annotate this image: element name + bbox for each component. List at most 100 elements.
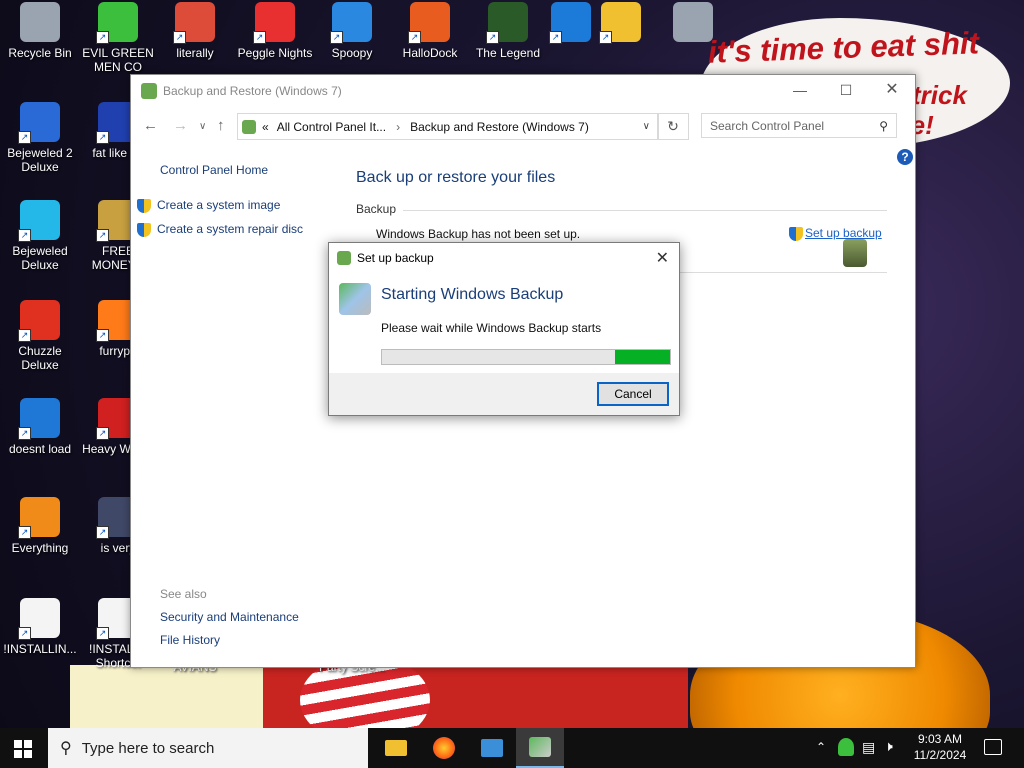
taskbar-clock[interactable]: 9:03 AM 11/2/2024 bbox=[905, 731, 975, 763]
desktop-icon[interactable]: Recycle Bin bbox=[0, 2, 80, 60]
dialog-app-icon bbox=[337, 251, 351, 265]
control-panel-home-link[interactable]: Control Panel Home bbox=[160, 163, 268, 177]
desktop-icon[interactable] bbox=[653, 2, 733, 46]
green-men-icon: ↗ bbox=[96, 2, 138, 44]
desktop-icon[interactable]: ↗ Bejeweled 2 Deluxe bbox=[0, 102, 80, 174]
desktop-icon-label: !INSTALLIN... bbox=[3, 642, 77, 656]
shortcut-arrow-icon: ↗ bbox=[96, 526, 109, 539]
dialog-heading: Starting Windows Backup bbox=[381, 286, 564, 303]
set-up-backup-link[interactable]: Set up backup bbox=[789, 226, 882, 241]
address-overflow[interactable]: « bbox=[262, 120, 269, 134]
backup-character-icon bbox=[843, 239, 867, 267]
taskbar-backup-icon[interactable] bbox=[516, 728, 564, 768]
peggle-icon: ↗ bbox=[253, 2, 295, 44]
back-arrow-icon[interactable]: ← bbox=[143, 117, 158, 134]
address-dropdown-chevron-icon[interactable]: ∨ bbox=[643, 121, 650, 132]
desktop-icon[interactable]: ↗ bbox=[581, 2, 661, 46]
desktop-icon-label: HalloDock bbox=[402, 46, 458, 60]
legend-character-icon: ↗ bbox=[486, 2, 528, 44]
up-arrow-icon[interactable]: ↑ bbox=[217, 117, 225, 134]
create-repair-disc-label: Create a system repair disc bbox=[157, 222, 304, 236]
shortcut-arrow-icon: ↗ bbox=[18, 627, 31, 640]
recycle-bin-icon bbox=[673, 2, 713, 42]
uac-shield-icon bbox=[789, 226, 803, 241]
taskbar-firefox-icon[interactable] bbox=[420, 728, 468, 768]
uac-shield-icon bbox=[137, 222, 151, 237]
shortcut-arrow-icon: ↗ bbox=[96, 229, 109, 242]
shortcut-arrow-icon: ↗ bbox=[549, 31, 562, 44]
close-icon[interactable]: ✕ bbox=[869, 75, 915, 105]
wallpaper-speech-line2: trick bbox=[912, 80, 967, 110]
taskbar-search-box[interactable]: ⚲ Type here to search bbox=[48, 728, 368, 768]
network-icon[interactable]: ▤ bbox=[862, 739, 875, 756]
forward-arrow-icon[interactable]: → bbox=[173, 117, 188, 134]
security-maintenance-link[interactable]: Security and Maintenance bbox=[160, 610, 299, 624]
cancel-button[interactable]: Cancel bbox=[597, 382, 669, 406]
see-also-label: See also bbox=[160, 587, 207, 601]
shortcut-arrow-icon: ↗ bbox=[486, 31, 499, 44]
breadcrumb-backup-restore[interactable]: Backup and Restore (Windows 7) bbox=[410, 120, 589, 134]
shortcut-arrow-icon: ↗ bbox=[18, 131, 31, 144]
shortcut-arrow-icon: ↗ bbox=[599, 31, 612, 44]
network-computers-icon: ↗ bbox=[330, 2, 372, 44]
dialog-footer: Cancel bbox=[329, 373, 679, 415]
refresh-icon[interactable]: ↻ bbox=[657, 113, 689, 140]
search-control-panel-input[interactable]: Search Control Panel ⚲ bbox=[701, 113, 897, 138]
windows-start-icon[interactable] bbox=[14, 740, 32, 758]
tray-overflow-chevron-icon[interactable]: ⌃ bbox=[816, 740, 826, 754]
section-divider bbox=[403, 210, 887, 211]
progress-fill bbox=[615, 350, 670, 364]
desktop-icon[interactable]: ↗ Peggle Nights bbox=[235, 2, 315, 60]
desktop-icon-label: doesnt load bbox=[8, 442, 72, 456]
address-bar[interactable]: « All Control Panel It... › Backup and R… bbox=[237, 113, 659, 140]
set-up-backup-label: Set up backup bbox=[805, 226, 882, 240]
search-placeholder: Search Control Panel bbox=[710, 118, 825, 133]
maximize-icon[interactable]: ☐ bbox=[823, 75, 869, 105]
breadcrumb-separator: › bbox=[396, 119, 401, 134]
desktop-icon-label: Spoopy bbox=[331, 46, 373, 60]
taskbar-file-explorer-icon[interactable] bbox=[372, 728, 420, 768]
help-icon[interactable]: ? bbox=[897, 149, 913, 165]
desktop-icon[interactable]: ↗ Bejeweled Deluxe bbox=[0, 200, 80, 272]
taskbar-search-icon: ⚲ bbox=[60, 740, 72, 757]
clock-date: 11/2/2024 bbox=[913, 748, 967, 762]
chuzzle-icon: ↗ bbox=[18, 300, 60, 342]
shortcut-arrow-icon: ↗ bbox=[408, 31, 421, 44]
file-history-link[interactable]: File History bbox=[160, 633, 220, 647]
desktop-icon-label: Chuzzle Deluxe bbox=[18, 344, 62, 372]
desktop-icon[interactable]: ↗ Everything bbox=[0, 497, 80, 555]
breadcrumb-all-control-panel[interactable]: All Control Panel It... bbox=[277, 120, 386, 134]
notifications-icon[interactable] bbox=[984, 739, 1002, 755]
window-title: Backup and Restore (Windows 7) bbox=[163, 84, 342, 98]
bejeweled2-icon: ↗ bbox=[18, 102, 60, 144]
tray-green-men-icon[interactable] bbox=[838, 738, 854, 756]
shortcut-arrow-icon: ↗ bbox=[18, 229, 31, 242]
desktop-icon[interactable]: ↗ Chuzzle Deluxe bbox=[0, 300, 80, 372]
desktop-icon[interactable]: ↗ Spoopy bbox=[312, 2, 392, 60]
search-icon: ⚲ bbox=[879, 118, 888, 133]
shortcut-arrow-icon: ↗ bbox=[96, 329, 109, 342]
wallpaper-yellow-area bbox=[70, 665, 265, 730]
desktop-icon[interactable]: ↗ HalloDock bbox=[390, 2, 470, 60]
dialog-title: Set up backup bbox=[357, 251, 434, 265]
recent-locations-chevron-icon[interactable]: ∨ bbox=[199, 121, 206, 132]
shortcut-arrow-icon: ↗ bbox=[96, 427, 109, 440]
everything-search-icon: ↗ bbox=[18, 497, 60, 539]
dialog-close-icon[interactable]: ✕ bbox=[656, 248, 669, 268]
desktop-icon[interactable]: ↗ !INSTALLIN... bbox=[0, 598, 80, 656]
set-up-backup-dialog: Set up backup ✕ Starting Windows Backup … bbox=[328, 242, 680, 416]
wallpaper-speech-text-2: trick te! bbox=[902, 80, 967, 140]
volume-icon[interactable]: 🕨 bbox=[884, 738, 893, 755]
taskbar-control-panel-icon[interactable] bbox=[468, 728, 516, 768]
create-repair-disc-link[interactable]: Create a system repair disc bbox=[137, 222, 303, 237]
desktop-icon[interactable]: ↗ doesnt load bbox=[0, 398, 80, 456]
shortcut-arrow-icon: ↗ bbox=[96, 627, 109, 640]
hallodock-icon: ↗ bbox=[408, 2, 450, 44]
desktop-icon[interactable]: ↗ literally bbox=[155, 2, 235, 60]
desktop-icon-label: Peggle Nights bbox=[237, 46, 313, 60]
shortcut-arrow-icon: ↗ bbox=[96, 31, 109, 44]
create-system-image-link[interactable]: Create a system image bbox=[137, 198, 280, 213]
desktop-icon[interactable]: ↗ EVIL GREEN MEN CO bbox=[78, 2, 158, 74]
recycle-bin-icon bbox=[20, 2, 60, 42]
minimize-icon[interactable]: — bbox=[777, 75, 823, 105]
